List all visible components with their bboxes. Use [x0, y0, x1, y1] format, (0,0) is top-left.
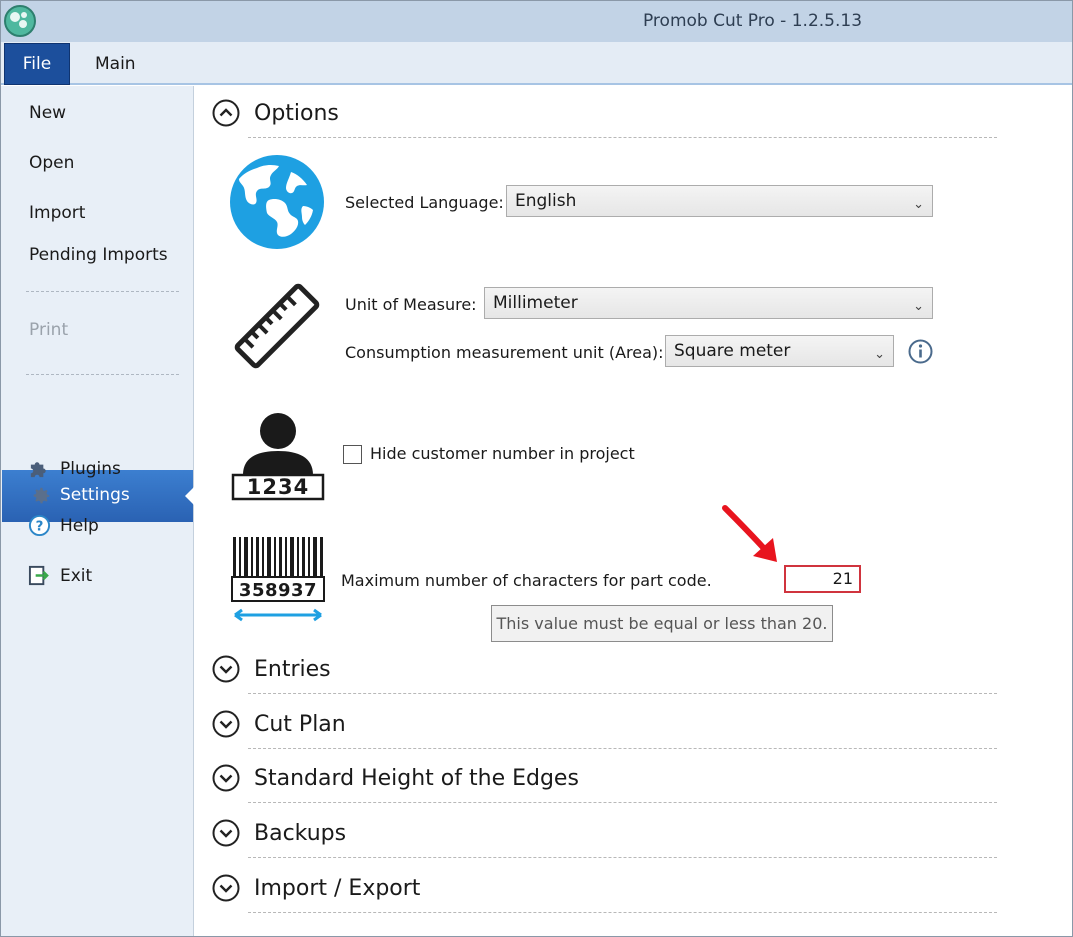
consumption-select[interactable]: Square meter ⌄ [665, 335, 894, 367]
file-menu-sidebar: New Open Import Pending Imports Print Se… [1, 86, 194, 936]
unit-select[interactable]: Millimeter ⌄ [484, 287, 933, 319]
section-import-export[interactable]: Import / Export [211, 871, 997, 913]
title-bar: Promob Cut Pro - 1.2.5.13 [1, 1, 1072, 42]
tab-main[interactable]: Main [95, 54, 136, 74]
section-divider [248, 748, 997, 749]
unit-select-value: Millimeter [493, 293, 578, 313]
ruler-icon [234, 283, 320, 369]
section-title: Standard Height of the Edges [254, 766, 579, 791]
help-icon: ? [28, 514, 51, 537]
consumption-label: Consumption measurement unit (Area): [345, 343, 664, 362]
section-cut-plan[interactable]: Cut Plan [211, 707, 997, 749]
section-title: Options [254, 101, 339, 126]
sidebar-item-label: Settings [60, 485, 130, 505]
tab-file[interactable]: File [4, 43, 70, 85]
sidebar-item-new[interactable]: New [29, 103, 66, 123]
exit-icon [28, 565, 49, 586]
section-entries[interactable]: Entries [211, 652, 997, 694]
gear-icon [33, 487, 50, 504]
sidebar-item-pending-imports[interactable]: Pending Imports [29, 245, 168, 265]
sidebar-item-exit[interactable]: Exit [60, 566, 92, 586]
hide-customer-number-checkbox[interactable] [343, 445, 362, 464]
section-divider [248, 912, 997, 913]
puzzle-icon [30, 462, 46, 478]
section-standard-height-edges[interactable]: Standard Height of the Edges [211, 761, 997, 803]
globe-icon [230, 155, 324, 249]
app-window: Promob Cut Pro - 1.2.5.13 File Main New … [0, 0, 1073, 937]
language-select-value: English [515, 191, 577, 211]
language-label: Selected Language: [345, 193, 504, 212]
section-divider [248, 857, 997, 858]
chevron-down-icon[interactable] [212, 655, 240, 683]
chevron-up-icon[interactable] [212, 99, 240, 127]
chevron-down-icon: ⌄ [913, 299, 924, 314]
ribbon-tabs: File Main [1, 42, 1072, 85]
sidebar-divider [26, 291, 179, 292]
settings-content: Options Selected Language: English ⌄ Uni… [195, 86, 1072, 936]
selection-notch [185, 487, 194, 505]
part-code-label: Maximum number of characters for part co… [341, 571, 712, 590]
language-select[interactable]: English ⌄ [506, 185, 933, 217]
section-divider [248, 693, 997, 694]
sidebar-item-open[interactable]: Open [29, 153, 74, 173]
info-icon[interactable] [908, 339, 933, 364]
chevron-down-icon: ⌄ [913, 197, 924, 212]
section-title: Backups [254, 821, 347, 846]
section-options[interactable]: Options [211, 96, 997, 138]
chevron-down-icon[interactable] [212, 874, 240, 902]
sidebar-divider [26, 374, 179, 375]
section-divider [248, 802, 997, 803]
sidebar-item-plugins[interactable]: Plugins [60, 459, 121, 479]
section-backups[interactable]: Backups [211, 816, 997, 858]
section-title: Entries [254, 657, 331, 682]
section-title: Import / Export [254, 876, 421, 901]
chevron-down-icon[interactable] [212, 764, 240, 792]
red-arrow-annotation [722, 505, 777, 562]
barcode-number: 358937 [238, 580, 318, 601]
window-title: Promob Cut Pro - 1.2.5.13 [642, 11, 863, 31]
chevron-down-icon[interactable] [212, 819, 240, 847]
sidebar-item-help[interactable]: Help [60, 516, 99, 536]
chevron-down-icon[interactable] [212, 710, 240, 738]
section-divider [248, 137, 997, 138]
section-title: Cut Plan [254, 712, 346, 737]
sidebar-item-import[interactable]: Import [29, 203, 85, 223]
consumption-select-value: Square meter [674, 341, 791, 361]
validation-tooltip: This value must be equal or less than 20… [491, 605, 833, 642]
chevron-down-icon: ⌄ [874, 347, 885, 362]
part-code-max-chars-input[interactable]: 21 [784, 565, 861, 593]
unit-label: Unit of Measure: [345, 295, 477, 314]
hide-customer-number-label: Hide customer number in project [370, 444, 635, 463]
svg-text:?: ? [36, 519, 44, 534]
customer-number-badge: 1234 [246, 475, 310, 499]
sidebar-item-print: Print [29, 320, 69, 340]
